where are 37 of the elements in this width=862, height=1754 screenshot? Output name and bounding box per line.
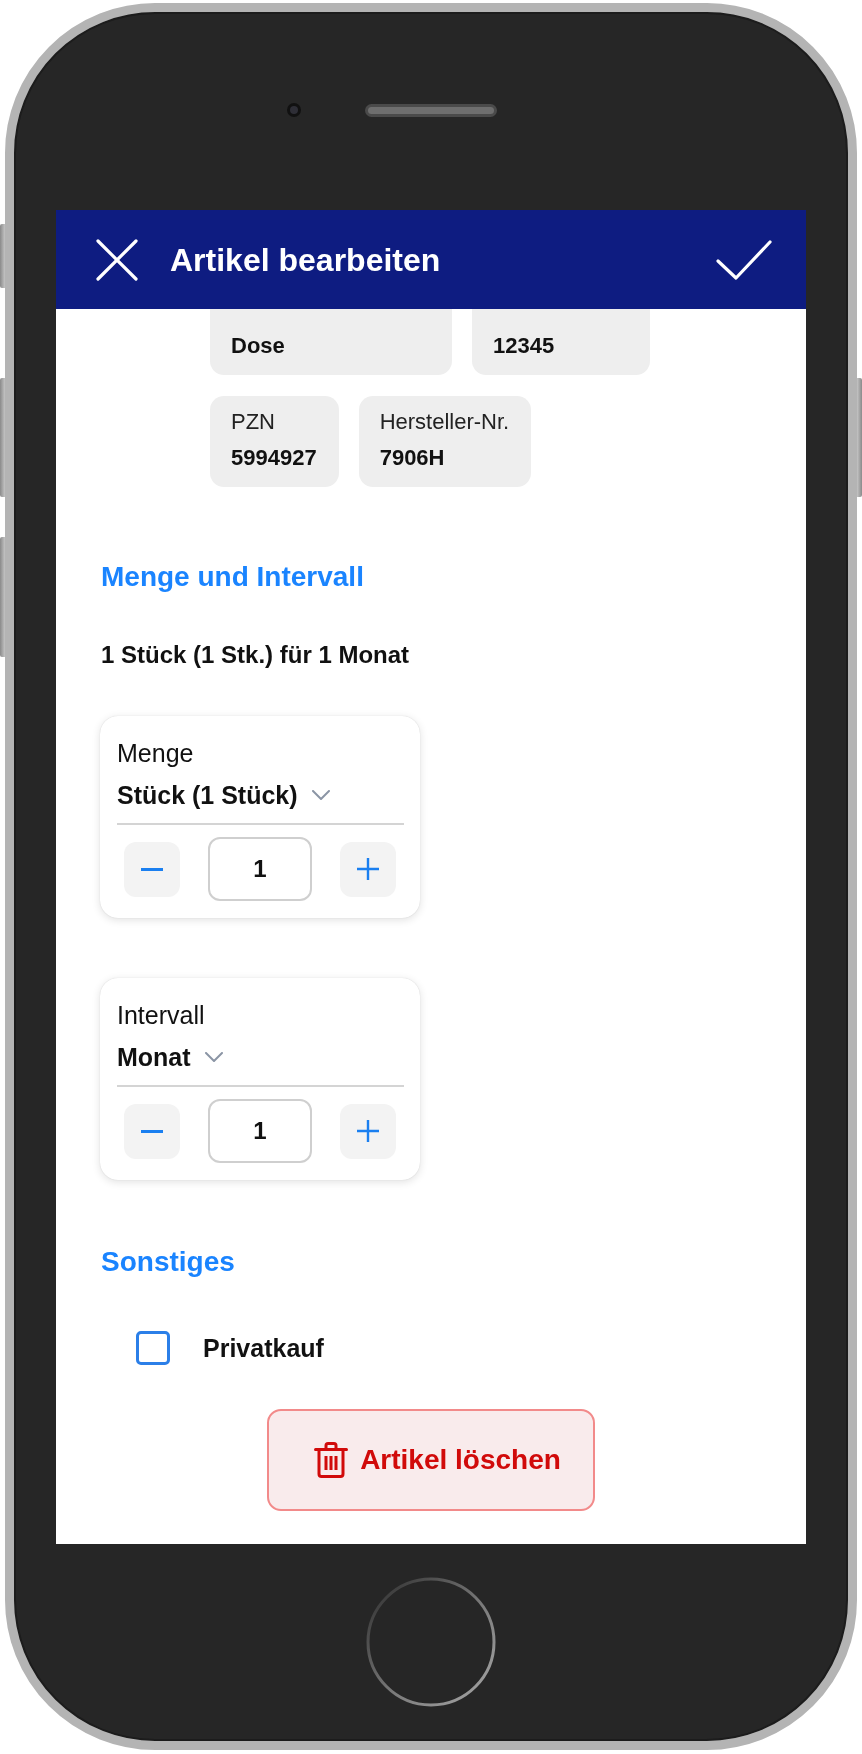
chevron-down-icon (311, 790, 330, 800)
increment-button[interactable] (340, 1103, 396, 1159)
checkbox[interactable] (136, 1331, 170, 1365)
quantity-summary: 1 Stück (1 Stk.) für 1 Monat (101, 641, 410, 669)
close-icon (96, 238, 138, 281)
section-heading: Menge und Intervall (101, 561, 364, 593)
speaker-grille-icon (365, 103, 497, 117)
attribute-label: Hersteller-Nr. (379, 409, 510, 435)
minus-icon (141, 1129, 163, 1133)
quantity-field[interactable]: 1 (208, 1099, 312, 1163)
home-button[interactable] (366, 1577, 496, 1707)
camera-icon (287, 103, 301, 117)
increment-button[interactable] (340, 841, 396, 897)
attribute-value: 7906H (379, 445, 446, 471)
decrement-button[interactable] (124, 1103, 180, 1159)
attribute-value: 5994927 (231, 445, 317, 471)
attribute-label: PZN (231, 409, 276, 435)
plus-icon (357, 858, 379, 880)
save-button[interactable] (716, 238, 772, 281)
decrement-button[interactable] (124, 841, 180, 897)
delete-button[interactable]: Artikel löschen (267, 1409, 595, 1511)
attribute-value: Dose (231, 333, 286, 359)
page-title: Artikel bearbeiten (170, 240, 442, 279)
plus-icon (357, 1120, 379, 1142)
minus-icon (141, 867, 163, 871)
unit-dropdown[interactable]: Stück (1 Stück) (117, 780, 404, 825)
attribute-value: 12345 (493, 333, 556, 359)
quantity-field[interactable]: 1 (208, 837, 312, 901)
checkbox-label: Privatkauf (203, 1334, 324, 1362)
field-label: Intervall (117, 1001, 206, 1029)
chevron-down-icon (204, 1052, 223, 1062)
unit-dropdown[interactable]: Monat (117, 1042, 404, 1087)
field-label: Menge (117, 739, 195, 767)
close-button[interactable] (96, 238, 138, 281)
checkmark-icon (716, 238, 772, 281)
trash-icon (314, 1442, 349, 1478)
section-heading: Sonstiges (101, 1246, 235, 1278)
